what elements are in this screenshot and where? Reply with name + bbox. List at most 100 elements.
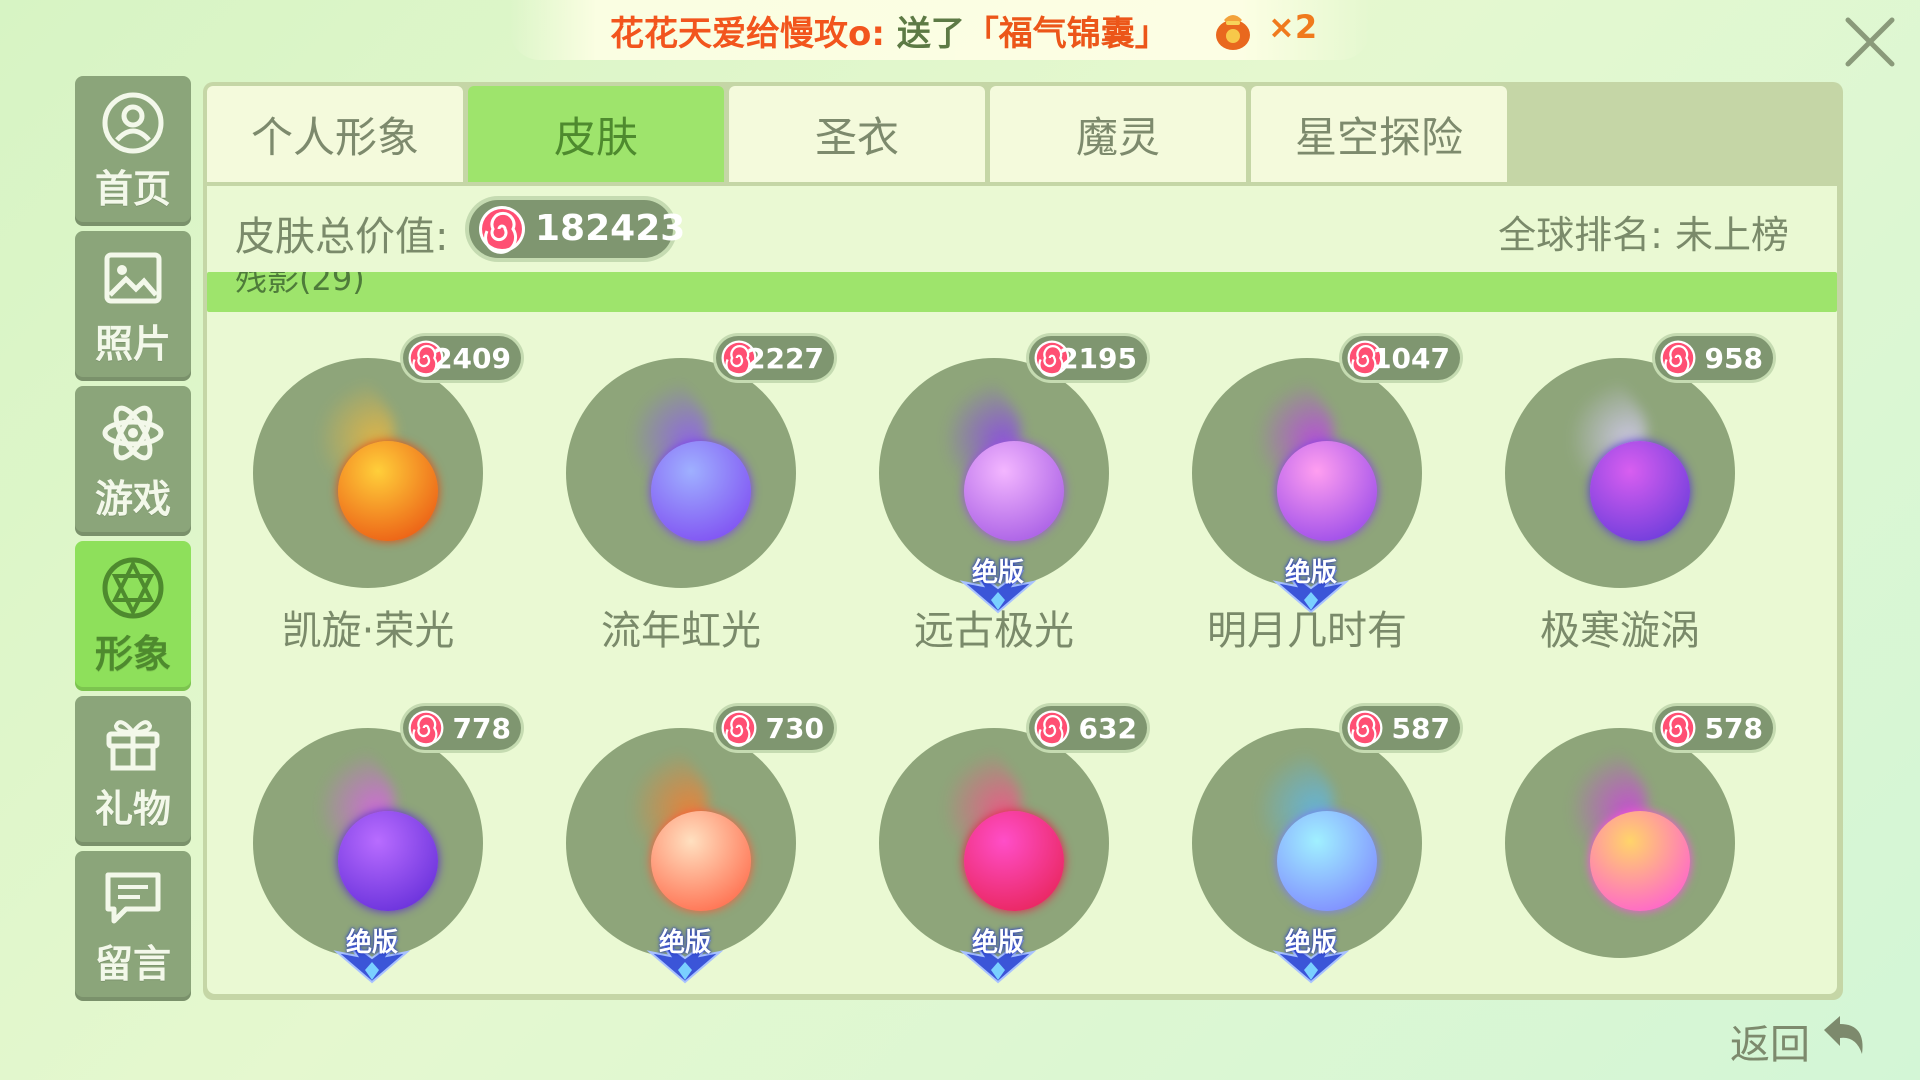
skin-card[interactable]: 958 极寒漩涡 (1459, 336, 1773, 676)
gift-name: 「福气锦囊」 (964, 14, 1169, 54)
back-button[interactable]: 返回 (1730, 1004, 1880, 1068)
skin-name: 凯旋·荣光 (281, 608, 455, 654)
skin-price-badge: 578 (1655, 706, 1773, 750)
skin-price: 578 (1704, 712, 1763, 745)
skin-card[interactable]: 2409 凯旋·荣光 (207, 336, 521, 676)
skin-price: 587 (1391, 712, 1450, 745)
candy-swirl-icon (721, 710, 757, 747)
sidebar-item-label: 游戏 (94, 476, 171, 521)
back-label: 返回 (1730, 1022, 1810, 1068)
global-rank: 全球排名: 未上榜 (1498, 213, 1789, 257)
skin-ball (1590, 441, 1690, 541)
skin-card[interactable]: 578 (1459, 706, 1773, 1046)
limited-edition-label: 绝版 (1284, 558, 1337, 588)
sidebar-item-label: 形象 (94, 631, 171, 676)
main-panel: 个人形象 皮肤 圣衣 魔灵 星空探险 皮肤总价值: 182423 全球排名: 未… (203, 82, 1843, 1000)
skin-price-badge: 2195 (1029, 336, 1147, 380)
gift-action: 送了 (896, 14, 965, 54)
tab-personal-image[interactable]: 个人形象 (207, 86, 463, 182)
skin-price: 2195 (1059, 342, 1137, 375)
skin-price: 778 (452, 712, 511, 745)
candy-swirl-icon (408, 710, 444, 747)
skin-price: 1047 (1372, 342, 1450, 375)
sidebar-item-gifts[interactable]: 礼物 (75, 696, 191, 846)
skin-card[interactable]: 1047 绝版明月几时有 (1146, 336, 1460, 676)
skin-ball (338, 441, 438, 541)
skin-ball (338, 811, 438, 911)
skin-name: 极寒漩涡 (1540, 608, 1700, 654)
skin-card[interactable]: 778 绝版 (207, 706, 521, 1046)
tab-bar: 个人形象 皮肤 圣衣 魔灵 星空探险 (207, 86, 1512, 182)
sidebar-item-photos[interactable]: 照片 (75, 231, 191, 381)
avatar-icon (102, 557, 164, 618)
skin-price-badge: 1047 (1342, 336, 1460, 380)
sidebar-item-label: 留言 (94, 941, 171, 986)
total-value-label: 皮肤总价值: (235, 214, 449, 260)
limited-edition-label: 绝版 (345, 928, 398, 958)
photo-icon (104, 252, 162, 303)
sidebar: 首页 照片 游戏 形象 礼物 留言 (75, 76, 191, 1006)
skin-card[interactable]: 2227 流年虹光 (520, 336, 834, 676)
stat-row: 皮肤总价值: 182423 全球排名: 未上榜 (207, 186, 1837, 272)
category-header[interactable]: 残影(29) (207, 272, 1837, 312)
limited-edition-label: 绝版 (971, 558, 1024, 588)
limited-edition-label: 绝版 (1284, 928, 1337, 958)
skin-price: 730 (765, 712, 824, 745)
skin-price-badge: 587 (1342, 706, 1460, 750)
candy-swirl-icon (479, 206, 525, 254)
home-icon (102, 92, 164, 153)
limited-edition-badge: 绝版 (1256, 922, 1366, 984)
candy-swirl-icon (1660, 710, 1696, 747)
tab-star-adventure[interactable]: 星空探险 (1251, 86, 1507, 182)
skin-ball (1277, 441, 1377, 541)
skin-ball (651, 441, 751, 541)
atom-icon (102, 405, 164, 460)
receiver-name: 给慢攻o: (746, 14, 885, 54)
sidebar-item-label: 照片 (94, 321, 171, 366)
message-icon (105, 872, 161, 923)
tab-spirits[interactable]: 魔灵 (990, 86, 1246, 182)
candy-swirl-icon (1660, 340, 1696, 377)
skin-name: 明月几时有 (1207, 608, 1407, 654)
skin-card[interactable]: 587 绝版 (1146, 706, 1460, 1046)
candy-swirl-icon (1347, 710, 1383, 747)
sidebar-item-games[interactable]: 游戏 (75, 386, 191, 536)
skin-price-badge: 958 (1655, 336, 1773, 380)
skin-name: 流年虹光 (601, 608, 761, 654)
gift-count: ×2 (1268, 8, 1318, 46)
limited-edition-badge: 绝版 (630, 922, 740, 984)
limited-edition-label: 绝版 (971, 928, 1024, 958)
skin-price: 2409 (433, 342, 511, 375)
skin-ball (964, 811, 1064, 911)
skin-ball (964, 441, 1064, 541)
gift-icon (106, 719, 160, 770)
skin-price-badge: 2409 (403, 336, 521, 380)
tab-skins[interactable]: 皮肤 (468, 86, 724, 182)
sidebar-item-messages[interactable]: 留言 (75, 851, 191, 1001)
limited-edition-badge: 绝版 (317, 922, 427, 984)
sidebar-item-label: 礼物 (94, 786, 171, 831)
sender-name: 花花天爱 (610, 14, 746, 54)
skin-price-badge: 730 (716, 706, 834, 750)
skin-card[interactable]: 2195 绝版远古极光 (833, 336, 1147, 676)
tab-holy-armor[interactable]: 圣衣 (729, 86, 985, 182)
return-arrow-icon (1824, 1016, 1863, 1054)
skin-ball (651, 811, 751, 911)
sidebar-item-home[interactable]: 首页 (75, 76, 191, 226)
skin-name: 远古极光 (914, 608, 1074, 654)
skin-card[interactable]: 730 绝版 (520, 706, 834, 1046)
skin-price-badge: 778 (403, 706, 521, 750)
category-label: 残影(29) (235, 272, 365, 298)
skin-price: 632 (1078, 712, 1137, 745)
sidebar-item-label: 首页 (94, 166, 171, 211)
skin-card[interactable]: 632 绝版 (833, 706, 1147, 1046)
skin-price-badge: 2227 (716, 336, 834, 380)
skins-content: 皮肤总价值: 182423 全球排名: 未上榜 残影(29) 2409 凯旋·荣光… (207, 186, 1837, 994)
skin-price-badge: 632 (1029, 706, 1147, 750)
skin-ball (1590, 811, 1690, 911)
gift-broadcast-text: 花花天爱给慢攻o: 送了「福气锦囊」 (610, 6, 1169, 55)
sidebar-item-avatar[interactable]: 形象 (75, 541, 191, 691)
limited-edition-badge: 绝版 (943, 922, 1053, 984)
skin-price: 958 (1704, 342, 1763, 375)
close-icon[interactable] (1840, 12, 1900, 72)
